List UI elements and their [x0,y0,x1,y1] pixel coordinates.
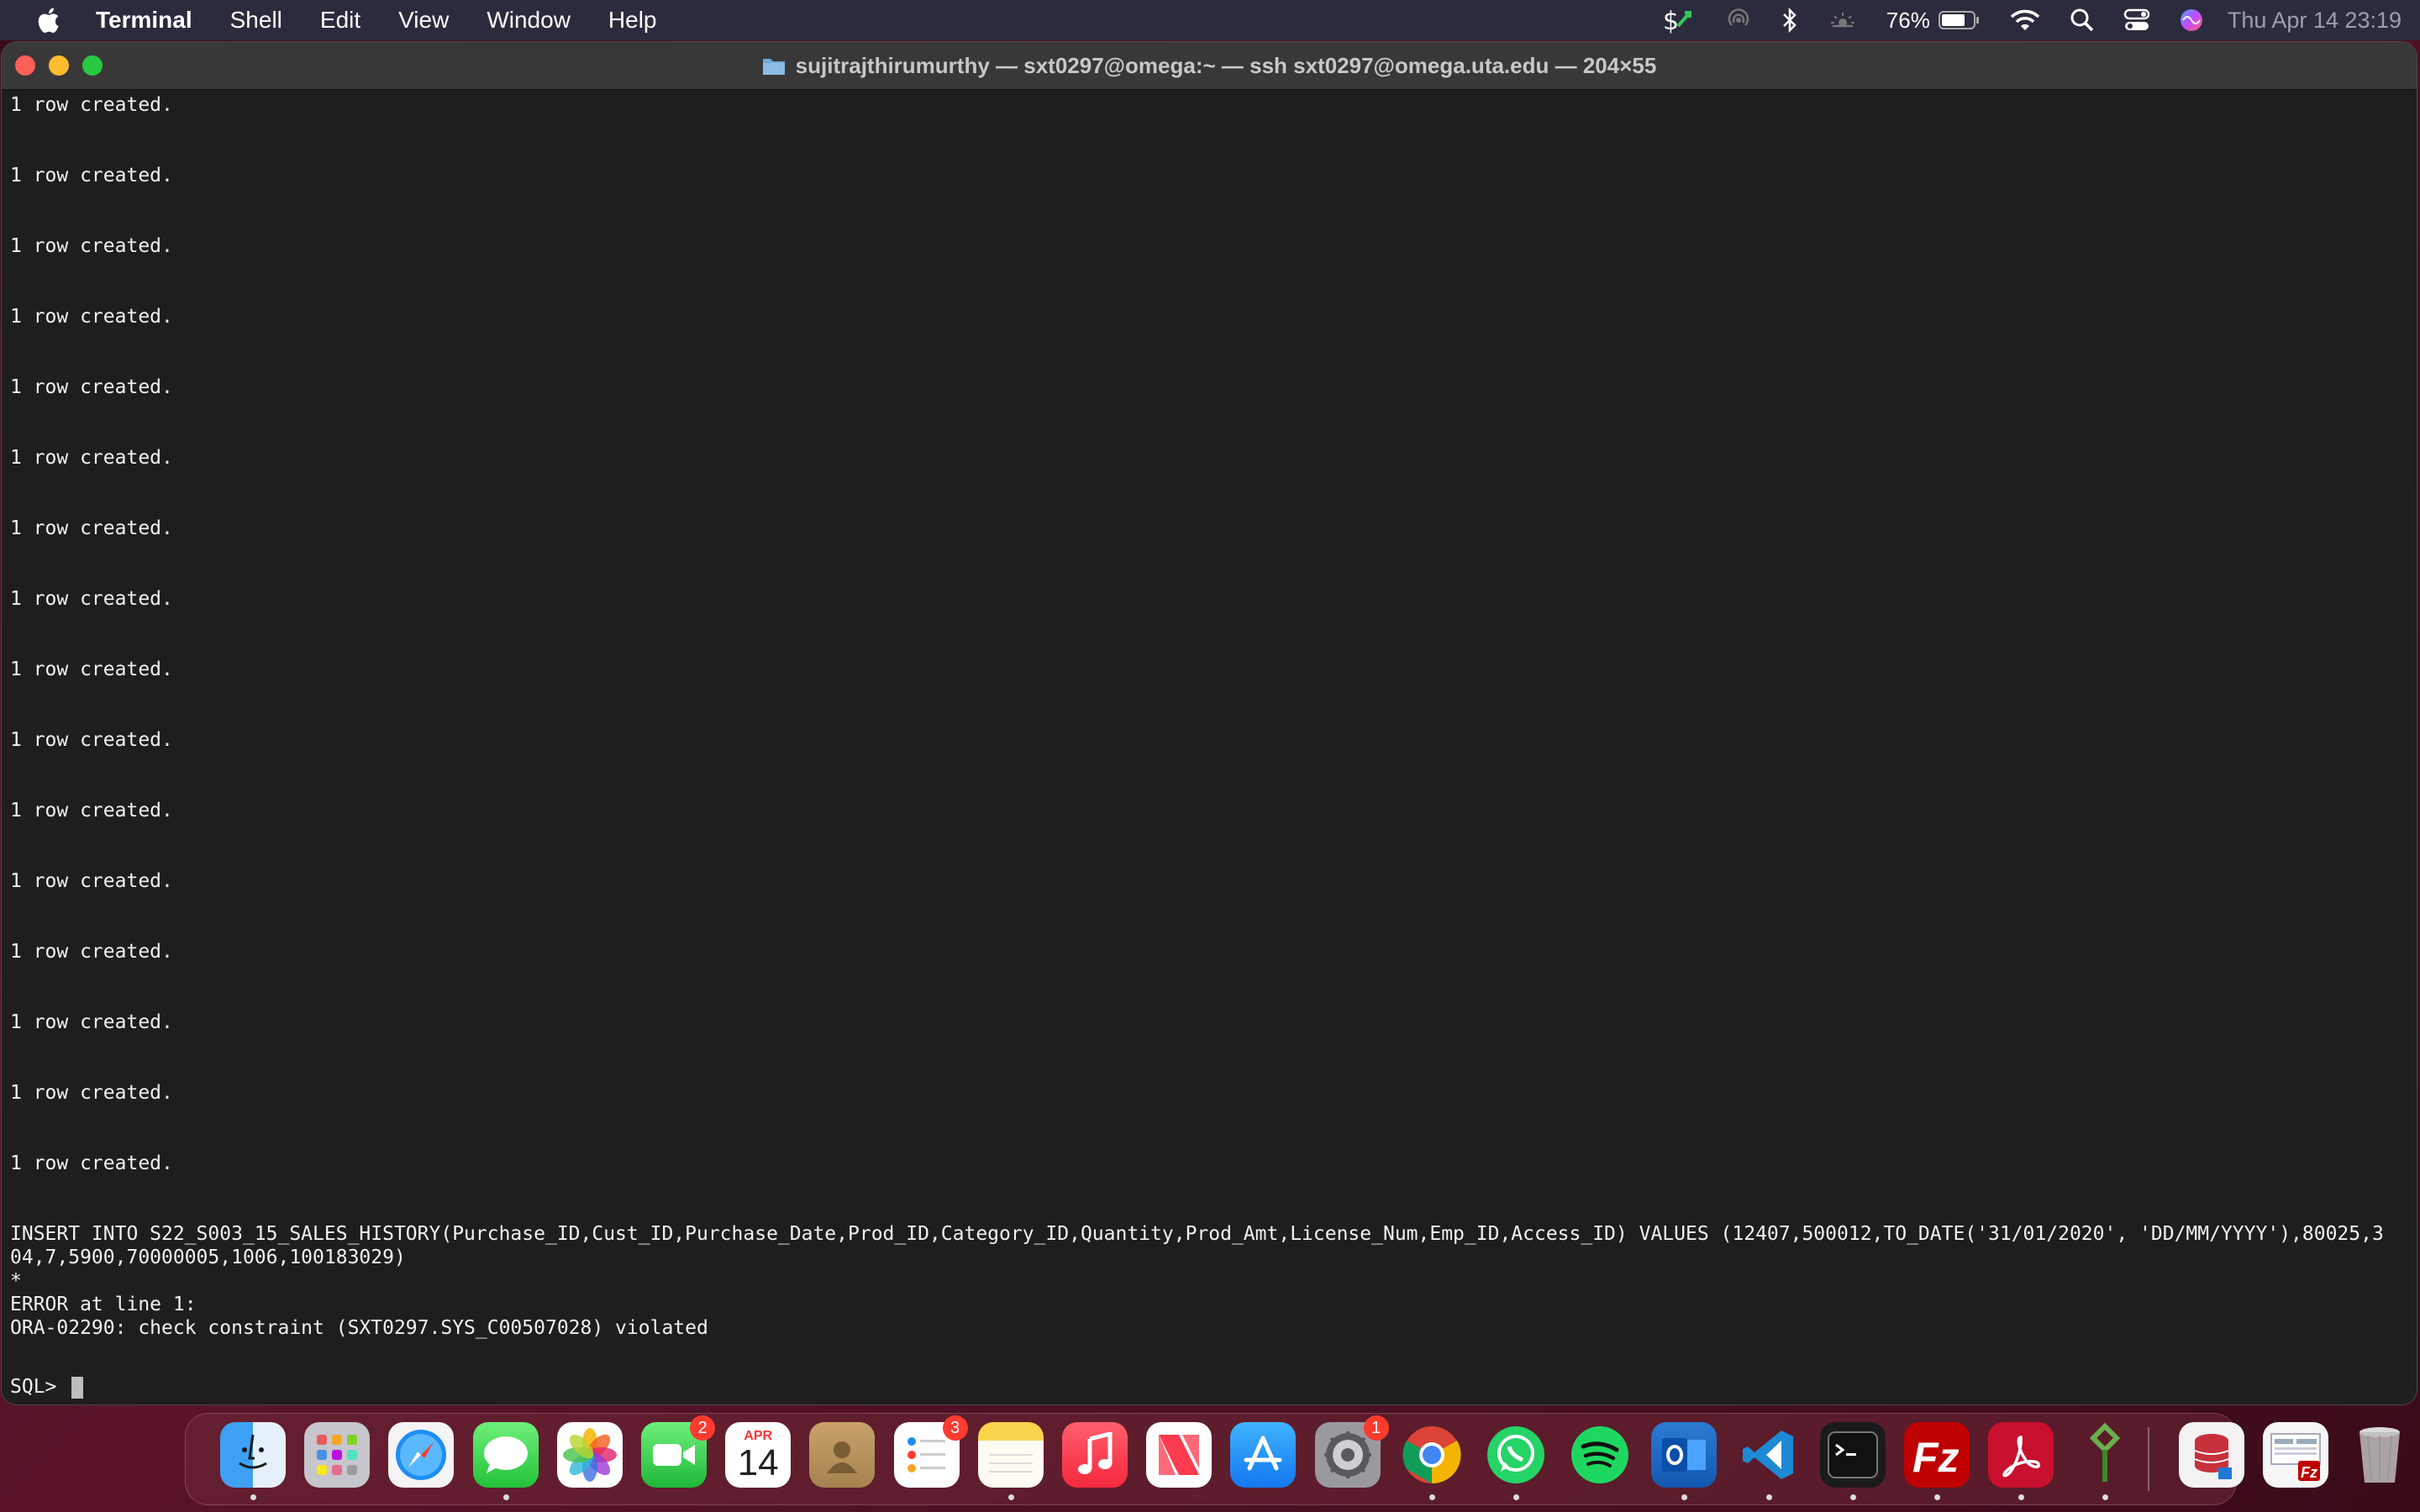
error-message: ORA-02290: check constraint (SXT0297.SYS… [10,1317,708,1339]
terminal-output[interactable]: 1 row created. 1 row created. 1 row crea… [2,90,2417,1404]
sql-prompt-line[interactable]: SQL> [10,1375,84,1399]
menu-window[interactable]: Window [487,7,571,34]
window-title: sujitrajthirumurthy — sxt0297@omega:~ — … [795,52,1657,78]
menu-clock[interactable]: Thu Apr 14 23:19 [2228,8,2402,34]
photos-icon[interactable] [556,1422,623,1488]
menu-edit[interactable]: Edit [320,7,360,34]
contacts-icon[interactable] [809,1422,876,1488]
filezilla-window-icon[interactable]: Fz [2262,1422,2328,1488]
folder-icon [762,59,785,75]
menu-view[interactable]: View [398,7,449,34]
svg-text:Fz: Fz [1912,1434,1960,1478]
acrobat-icon[interactable] [1988,1422,2054,1488]
output-line: 1 row created. [10,870,173,892]
calendar-day: 14 [737,1442,779,1483]
dock: 2 APR 14 3 1 Fz Fz [185,1413,2400,1505]
spotify-icon[interactable] [1567,1422,1633,1488]
music-icon[interactable] [1062,1422,1128,1488]
battery-percent: 76% [1886,7,1930,33]
insert-statement-line-2: 04,7,5900,70000005,1006,100183029) [10,1247,406,1268]
notification-badge: 1 [1363,1415,1389,1441]
window-titlebar[interactable]: sujitrajthirumurthy — sxt0297@omega:~ — … [2,42,2417,90]
news-icon[interactable] [1146,1422,1213,1488]
output-line: 1 row created. [10,306,173,328]
apple-logo-icon[interactable] [35,6,60,34]
notes-icon[interactable] [977,1422,1044,1488]
output-line: 1 row created. [10,800,173,822]
airdrop-icon[interactable] [1725,7,1752,34]
notification-badge: 2 [690,1415,715,1441]
output-line: 1 row created. [10,235,173,257]
error-marker: * [10,1270,22,1292]
error-location: ERROR at line 1: [10,1294,197,1315]
running-indicator-dot [1934,1494,1940,1500]
messages-icon[interactable] [472,1422,539,1488]
status-area: $ 76% Thu Apr 14 23:19 [1633,0,2402,40]
running-indicator-dot [1765,1494,1772,1500]
launchpad-icon[interactable] [304,1422,371,1488]
output-line: 1 row created. [10,517,173,539]
calendar-icon[interactable]: APR 14 [725,1422,792,1488]
running-indicator-dot [2018,1494,2025,1500]
svg-text:Fz: Fz [2301,1464,2317,1481]
output-line: 1 row created. [10,588,173,610]
running-indicator-dot [1849,1494,1856,1500]
insert-statement-line-1: INSERT INTO S22_S003_15_SALES_HISTORY(Pu… [10,1223,2384,1245]
siri-icon[interactable] [2179,8,2204,33]
text-cursor [71,1376,84,1399]
wifi-icon[interactable] [2009,8,2041,33]
menu-help[interactable]: Help [608,7,657,34]
output-line: 1 row created. [10,376,173,398]
output-line: 1 row created. [10,729,173,751]
output-line: 1 row created. [10,94,173,116]
control-center-icon[interactable] [2123,8,2150,32]
bluetooth-icon[interactable] [1781,7,1799,34]
vscode-icon[interactable] [1736,1422,1802,1488]
running-indicator-dot [1681,1494,1688,1500]
terminal-window: sujitrajthirumurthy — sxt0297@omega:~ — … [2,42,2417,1404]
notification-badge: 3 [942,1415,968,1441]
running-indicator-dot [1513,1494,1519,1500]
running-indicator-dot [2102,1494,2109,1500]
output-line: 1 row created. [10,659,173,680]
whatsapp-icon[interactable] [1483,1422,1549,1488]
safari-icon[interactable] [388,1422,455,1488]
database-file-icon[interactable] [2178,1422,2244,1488]
menu-app-name[interactable]: Terminal [96,7,192,34]
chrome-icon[interactable] [1399,1422,1465,1488]
filezilla-icon[interactable]: Fz [1904,1422,1970,1488]
terminal-icon[interactable] [1819,1422,1886,1488]
running-indicator-dot [1428,1494,1435,1500]
sql-prompt: SQL> [10,1376,69,1398]
money-sync-icon[interactable]: $ [1661,6,1697,34]
sourcetree-icon[interactable] [2072,1422,2138,1488]
output-line: 1 row created. [10,447,173,469]
spotlight-search-icon[interactable] [2070,8,2095,33]
battery-icon[interactable] [1938,9,1981,31]
window-title-container: sujitrajthirumurthy — sxt0297@omega:~ — … [2,42,2417,89]
trash-icon[interactable] [2347,1422,2412,1488]
output-line: 1 row created. [10,1152,173,1174]
running-indicator-dot [250,1494,256,1500]
output-line: 1 row created. [10,165,173,186]
display-brightness-icon[interactable] [1828,9,1858,31]
app-store-icon[interactable] [1230,1422,1297,1488]
output-line: 1 row created. [10,1011,173,1033]
finder-icon[interactable] [220,1422,286,1488]
output-line: 1 row created. [10,1082,173,1104]
svg-text:$: $ [1663,7,1679,34]
running-indicator-dot [1007,1494,1014,1500]
menu-bar: Terminal Shell Edit View Window Help $ 7… [0,0,2420,40]
dock-separator [2148,1427,2150,1491]
outlook-icon[interactable] [1651,1422,1718,1488]
menu-shell[interactable]: Shell [230,7,282,34]
output-line: 1 row created. [10,941,173,963]
running-indicator-dot [502,1494,509,1500]
